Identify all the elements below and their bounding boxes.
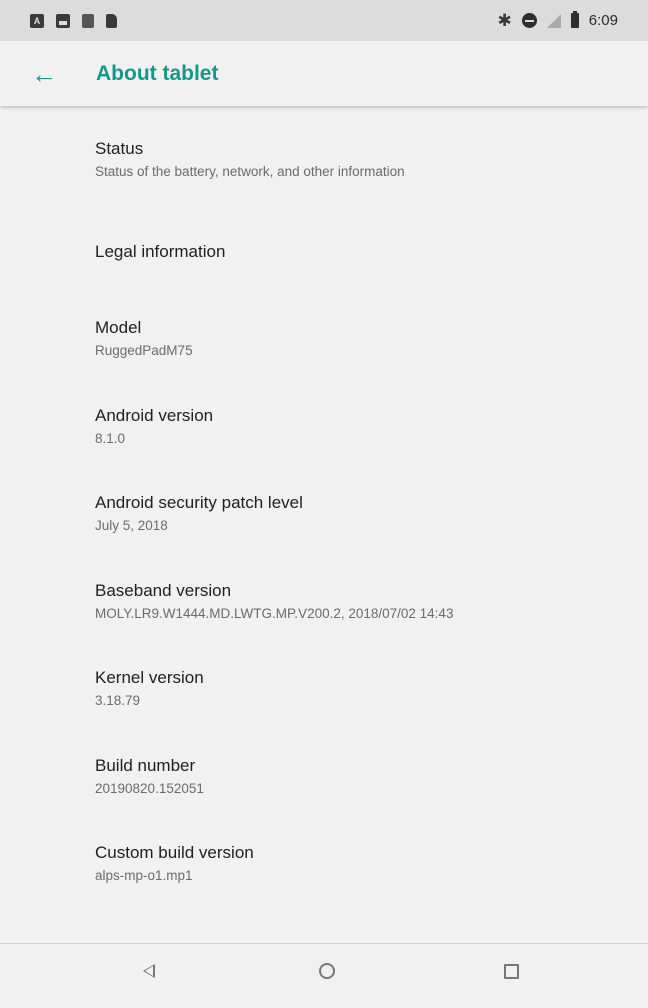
- back-triangle-icon[interactable]: [143, 964, 155, 978]
- list-item-title: Build number: [95, 755, 196, 775]
- list-item-title: Baseband version: [95, 580, 232, 600]
- sd-card-icon: [106, 13, 117, 28]
- list-item-title: Model: [95, 318, 142, 338]
- list-item-legal-information[interactable]: Legal information: [0, 208, 648, 296]
- list-item-subtitle: Status of the battery, network, and othe…: [95, 164, 405, 179]
- do-not-disturb-icon: [521, 13, 537, 28]
- list-item-subtitle: 20190820.152051: [95, 780, 204, 796]
- list-item-title: Kernel version: [95, 668, 204, 688]
- home-circle-icon[interactable]: [319, 963, 335, 979]
- status-bar: A ✱ 6:09: [0, 0, 648, 41]
- list-item-android-version[interactable]: Android version 8.1.0: [0, 383, 648, 471]
- status-time: 6:09: [588, 12, 618, 29]
- bluetooth-icon: ✱: [497, 10, 512, 30]
- settings-list: Status Status of the battery, network, a…: [0, 106, 648, 908]
- list-item-build-number[interactable]: Build number 20190820.152051: [0, 733, 648, 821]
- list-item-custom-build-version[interactable]: Custom build version alps-mp-o1.mp1: [0, 821, 648, 909]
- list-item-subtitle: 3.18.79: [95, 693, 141, 709]
- status-bar-right: ✱ 6:09: [488, 10, 618, 30]
- list-item-subtitle: alps-mp-o1.mp1: [95, 868, 193, 884]
- list-item-subtitle: July 5, 2018: [95, 518, 168, 534]
- list-item-kernel-version[interactable]: Kernel version 3.18.79: [0, 646, 648, 734]
- page-title: About tablet: [96, 61, 219, 85]
- list-item-title: Android security patch level: [95, 493, 303, 513]
- list-item-title: Custom build version: [95, 843, 254, 863]
- battery-icon: [570, 11, 579, 28]
- back-arrow-icon[interactable]: ←: [30, 60, 58, 88]
- a-icon: A: [30, 13, 44, 28]
- list-item-subtitle: RuggedPadM75: [95, 343, 193, 359]
- list-item-baseband-version[interactable]: Baseband version MOLY.LR9.W1444.MD.LWTG.…: [0, 558, 648, 646]
- list-item-title: Android version: [95, 405, 214, 425]
- photo-icon: [56, 13, 70, 28]
- list-item-subtitle: MOLY.LR9.W1444.MD.LWTG.MP.V200.2, 2018/0…: [95, 605, 454, 621]
- navigation-bar: [0, 943, 648, 1008]
- storage-icon: [82, 13, 94, 28]
- list-item-title: Status: [95, 139, 144, 158]
- app-bar: ← About tablet: [0, 41, 648, 106]
- list-item-model[interactable]: Model RuggedPadM75: [0, 296, 648, 384]
- no-signal-icon: [546, 13, 561, 28]
- list-item-security-patch-level[interactable]: Android security patch level July 5, 201…: [0, 471, 648, 559]
- list-item-subtitle: 8.1.0: [95, 430, 126, 446]
- recents-square-icon[interactable]: [504, 964, 519, 979]
- status-bar-left: A: [30, 13, 129, 28]
- list-item-status[interactable]: Status Status of the battery, network, a…: [0, 106, 648, 208]
- list-item-title: Legal information: [95, 241, 226, 261]
